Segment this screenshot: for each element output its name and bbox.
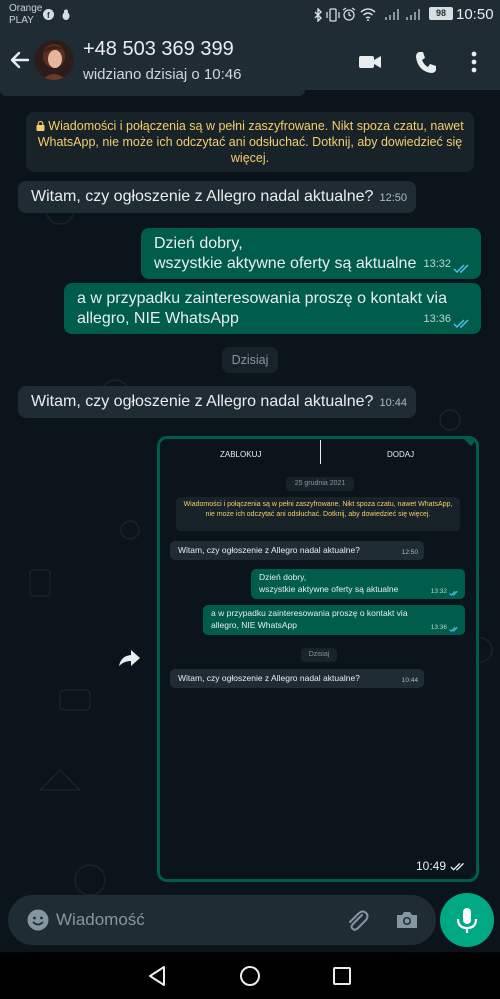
- more-vert-icon[interactable]: [460, 48, 488, 76]
- status-bar: Orange PLAY f 98 10:50: [0, 0, 500, 34]
- block-button-label: ZABLOKUJ: [220, 450, 262, 459]
- nav-recents-icon[interactable]: [330, 964, 354, 988]
- screenshot-date-chip: 25 grudnia 2021: [286, 477, 354, 491]
- screenshot-line-1: a w przypadku zainteresowania proszę o k…: [211, 608, 408, 618]
- back-arrow-icon[interactable]: [8, 46, 32, 74]
- screenshot-message-outgoing: a w przypadku zainteresowania proszę o k…: [203, 605, 465, 635]
- microphone-icon: [456, 908, 478, 933]
- last-seen-status[interactable]: widziano dzisiaj o 10:46: [83, 66, 241, 83]
- message-text: Witam, czy ogłoszenie z Allegro nadal ak…: [31, 188, 374, 205]
- message-bubble-incoming[interactable]: Witam, czy ogłoszenie z Allegro nadal ak…: [18, 181, 416, 213]
- screenshot-line-2: allegro, NIE WhatsApp: [211, 620, 297, 630]
- screenshot-line-2: wszystkie aktywne oferty są aktualne: [259, 584, 399, 594]
- avatar-image: [34, 40, 74, 80]
- screenshot-message-time: 13:32: [430, 588, 447, 595]
- nav-back-icon[interactable]: [146, 964, 170, 988]
- image-message[interactable]: ZABLOKUJ DODAJ 25 grudnia 2021 Wiadomośc…: [157, 436, 479, 882]
- encryption-notice[interactable]: Wiadomości i połączenia są w pełni zaszy…: [26, 112, 474, 172]
- message-bubble-outgoing[interactable]: a w przypadku zainteresowania proszę o k…: [64, 283, 481, 334]
- previous-message-edge: [0, 90, 305, 96]
- screenshot-encryption-notice: Wiadomości i połączenia są w pełni zaszy…: [176, 497, 460, 531]
- screenshot-encryption-text: Wiadomości i połączenia są w pełni zaszy…: [183, 501, 453, 518]
- screenshot-divider: [320, 440, 321, 464]
- encryption-notice-text: Wiadomości i połączenia są w pełni zaszy…: [37, 119, 464, 165]
- forward-icon[interactable]: [115, 644, 143, 672]
- status-time: 10:50: [456, 6, 494, 23]
- message-time: 12:50: [379, 192, 407, 204]
- wifi-icon: [360, 8, 376, 21]
- read-ticks-icon: [453, 264, 469, 274]
- lock-icon: [36, 121, 45, 131]
- message-composer: [8, 895, 436, 945]
- vibrate-icon: [326, 8, 340, 22]
- signal-icon-1: [385, 9, 399, 20]
- screenshot-message-time: 13:36: [430, 624, 447, 631]
- signal-icon-2: [406, 9, 420, 20]
- screenshot-message-incoming: Witam, czy ogłoszenie z Allegro nadal ak…: [170, 669, 424, 688]
- message-line-2: wszystkie aktywne oferty są aktualne: [154, 255, 417, 272]
- message-text: Witam, czy ogłoszenie z Allegro nadal ak…: [31, 393, 374, 410]
- phone-icon[interactable]: [412, 48, 440, 76]
- add-button-label: DODAJ: [387, 450, 415, 459]
- delivered-ticks-icon: [450, 862, 464, 871]
- attach-icon[interactable]: [344, 907, 370, 933]
- notification-bug-icon: [62, 9, 70, 20]
- video-call-icon[interactable]: [356, 48, 384, 76]
- facebook-icon: f: [43, 9, 54, 20]
- contact-name[interactable]: +48 503 369 399: [83, 38, 234, 61]
- carrier-network: PLAY: [9, 15, 34, 26]
- camera-icon[interactable]: [394, 907, 420, 933]
- image-message-time: 10:49: [415, 859, 446, 873]
- message-line-1: a w przypadku zainteresowania proszę o k…: [77, 290, 447, 307]
- carrier-name: Orange: [9, 3, 43, 14]
- screenshot-message-incoming: Witam, czy ogłoszenie z Allegro nadal ak…: [170, 541, 424, 560]
- svg-text:f: f: [47, 11, 50, 20]
- screenshot-message-outgoing: Dzień dobry, wszystkie aktywne oferty są…: [251, 569, 465, 599]
- screenshot-date-divider: Dzisiaj: [301, 648, 337, 662]
- battery-level: 98: [429, 7, 453, 20]
- message-time: 10:44: [379, 397, 407, 409]
- read-ticks-icon: [453, 319, 469, 329]
- message-time: 13:36: [423, 313, 451, 325]
- screenshot-message-time: 10:44: [401, 677, 418, 684]
- screenshot-message-time: 12:50: [401, 549, 418, 556]
- screenshot-message-text: Witam, czy ogłoszenie z Allegro nadal ak…: [178, 673, 360, 683]
- message-bubble-outgoing[interactable]: Dzień dobry, wszystkie aktywne oferty są…: [141, 228, 481, 279]
- voice-message-button[interactable]: [440, 893, 494, 947]
- alarm-icon: [342, 7, 356, 21]
- message-line-1: Dzień dobry,: [154, 235, 243, 252]
- emoji-icon[interactable]: [26, 908, 50, 932]
- bluetooth-icon: [314, 8, 322, 22]
- carrier-label: Orange PLAY: [9, 3, 42, 27]
- avatar[interactable]: [34, 40, 74, 80]
- screenshot-line-1: Dzień dobry,: [259, 572, 307, 582]
- message-bubble-incoming[interactable]: Witam, czy ogłoszenie z Allegro nadal ak…: [18, 386, 416, 418]
- chat-area[interactable]: Wiadomości i połączenia są w pełni zaszy…: [0, 90, 500, 950]
- chat-header: +48 503 369 399 widziano dzisiaj o 10:46: [0, 34, 500, 90]
- message-input[interactable]: [56, 907, 276, 933]
- message-line-2: allegro, NIE WhatsApp: [77, 310, 239, 327]
- screenshot-read-ticks-icon: [449, 590, 458, 596]
- system-nav-bar: [0, 952, 500, 999]
- message-time: 13:32: [423, 258, 451, 270]
- screenshot-read-ticks-icon: [449, 626, 458, 632]
- date-divider: Dzisiaj: [222, 347, 278, 373]
- nav-home-icon[interactable]: [238, 964, 262, 988]
- screenshot-message-text: Witam, czy ogłoszenie z Allegro nadal ak…: [178, 545, 360, 555]
